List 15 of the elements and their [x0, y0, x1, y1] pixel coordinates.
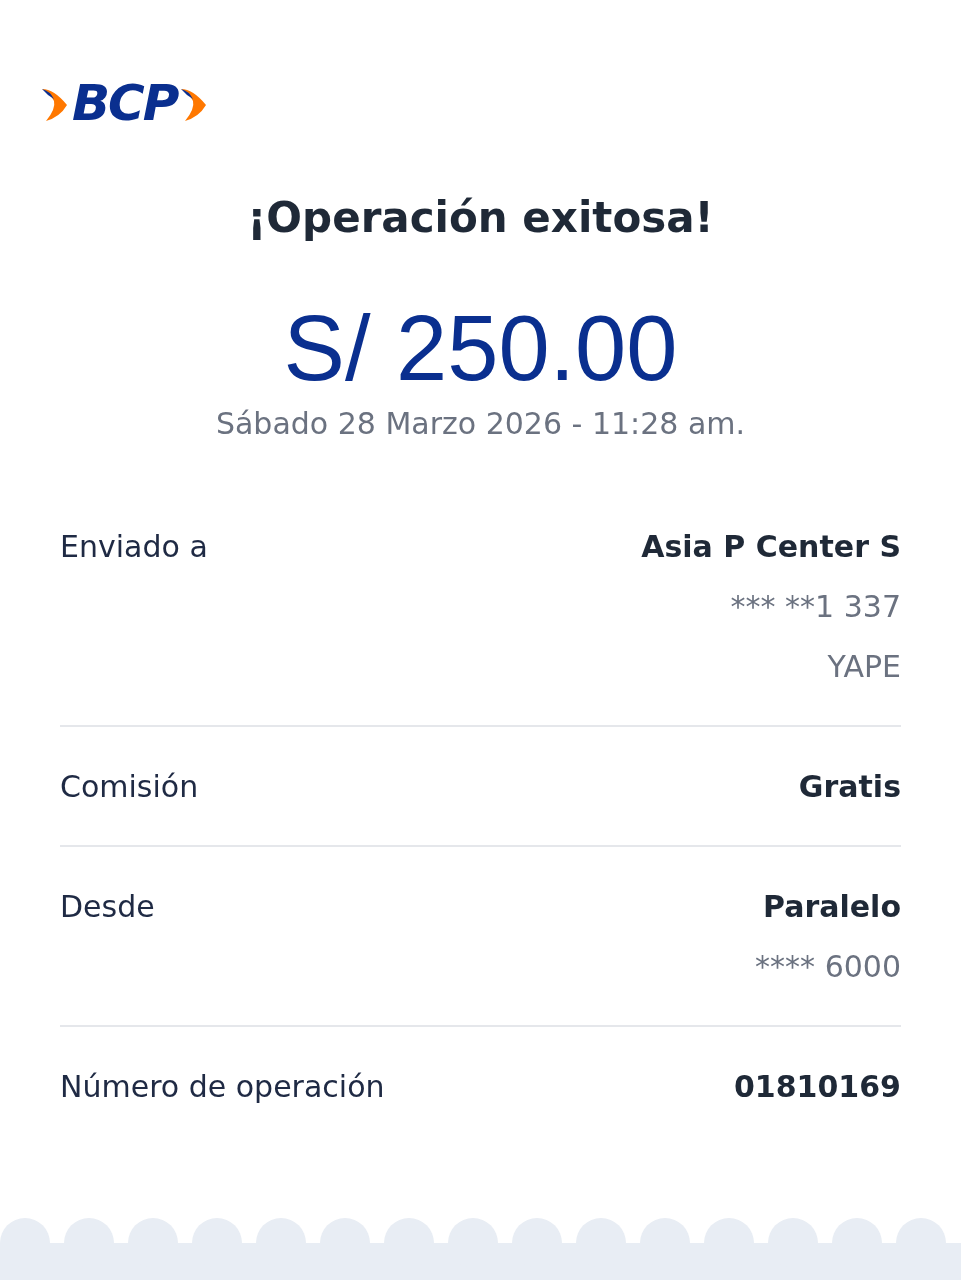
logo-text: BCP	[72, 78, 178, 128]
detail-value: 01810169	[734, 1068, 901, 1106]
detail-label: Comisión	[60, 768, 199, 806]
success-title: ¡Operación exitosa!	[247, 192, 714, 244]
detail-value: Paralelo	[763, 888, 901, 926]
amount-text: S/ 250.00	[283, 296, 678, 400]
detail-label: Enviado a	[60, 528, 208, 566]
detail-label: Número de operación	[60, 1068, 385, 1106]
detail-value: Gratis	[798, 768, 901, 806]
detail-label: Desde	[60, 888, 155, 926]
detail-value: Asia P Center S	[641, 528, 901, 566]
date-text: Sábado 28 Marzo 2026 - 11:28 am.	[215, 405, 746, 443]
detail-subvalue: **** 6000	[755, 948, 901, 986]
detail-subvalue: *** **1 337	[730, 588, 901, 626]
detail-subvalue: YAPE	[827, 648, 901, 686]
